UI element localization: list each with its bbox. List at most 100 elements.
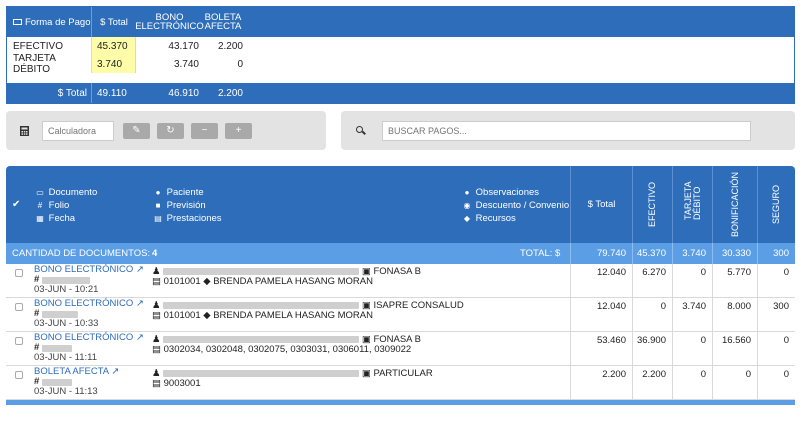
select-all-check-icon[interactable]: ✔ xyxy=(12,199,20,210)
row-total: 12.040 xyxy=(570,264,632,298)
summary-footer-label: $ Total xyxy=(57,87,87,99)
summary-total: 3.740 xyxy=(91,55,136,73)
calculator-toolbar: ✎ ↻ − + xyxy=(6,111,326,150)
row-patient: ♟ ▣ FONASA B ▤ 0101001 ◆ BRENDA PAMELA H… xyxy=(152,266,421,287)
header-tarjeta[interactable]: TARJETA DÉBITO xyxy=(672,166,712,243)
search-payments-input[interactable] xyxy=(382,120,751,141)
row-date: 03-JUN - 11:13 xyxy=(34,386,98,397)
summary-header-boleta: BOLETA AFECTA xyxy=(204,12,242,32)
redacted-patient xyxy=(163,369,360,377)
header-efectivo[interactable]: EFECTIVO xyxy=(632,166,672,243)
list-icon: ▤ xyxy=(152,310,161,321)
summary-bono: 43.170 xyxy=(168,40,199,52)
row-bonificacion: 8.000 xyxy=(712,298,757,332)
cube-icon: ◆ xyxy=(203,310,211,321)
redacted-folio xyxy=(41,344,72,352)
subtract-button[interactable]: − xyxy=(191,122,218,139)
briefcase-medical-icon: ■ xyxy=(155,201,161,210)
eye-icon: ◉ xyxy=(463,201,471,210)
list-icon: ▤ xyxy=(152,344,161,355)
undo-icon: ↻ xyxy=(166,125,175,136)
documents-table: ✔ ▭ Documento # Folio ▦ Fecha ● Paciente… xyxy=(6,166,795,405)
header-seguro[interactable]: SEGURO xyxy=(757,166,795,243)
document-link[interactable]: BONO ELECTRÓNICO ↗ xyxy=(34,265,144,275)
summary-total: 45.370 xyxy=(91,37,136,55)
row-document: BONO ELECTRÓNICO ↗ # 03-JUN - 10:21 xyxy=(34,265,144,295)
money-icon: ▭ xyxy=(36,188,44,197)
external-link-icon: ↗ xyxy=(135,298,144,309)
grand-total: 79.740 xyxy=(570,243,632,264)
total-label: TOTAL: $ xyxy=(520,248,561,259)
row-document: BONO ELECTRÓNICO ↗ # 03-JUN - 10:33 xyxy=(34,299,144,329)
redacted-patient xyxy=(163,267,360,275)
row-bonificacion: 16.560 xyxy=(712,332,757,366)
row-seguro: 0 xyxy=(757,332,795,366)
redacted-folio xyxy=(41,310,78,318)
row-total: 53.460 xyxy=(570,332,632,366)
header-group-notes: ● Observaciones ◉ Descuento / Convenio ◆… xyxy=(461,186,570,225)
header-group-document: ▭ Documento # Folio ▦ Fecha xyxy=(34,186,97,225)
redacted-folio xyxy=(41,378,72,386)
redacted-patient xyxy=(163,335,360,343)
list-icon: ▤ xyxy=(154,214,162,223)
summary-footer: $ Total 49.110 46.910 2.200 xyxy=(7,83,794,103)
plus-icon: + xyxy=(235,125,242,136)
table-row: BONO ELECTRÓNICO ↗ # 03-JUN - 10:33 ♟ ▣ … xyxy=(6,298,795,332)
summary-boleta: 0 xyxy=(237,58,243,70)
row-patient: ♟ ▣ PARTICULAR ▤ 9003001 xyxy=(152,368,433,389)
row-date: 03-JUN - 10:33 xyxy=(34,318,99,329)
row-checkbox[interactable] xyxy=(15,269,23,277)
header-group-patient: ● Paciente ■ Previsión ▤ Prestaciones xyxy=(152,186,221,225)
redacted-patient xyxy=(163,301,360,309)
summary-header-total: $ Total xyxy=(91,7,136,37)
row-efectivo: 36.900 xyxy=(632,332,672,366)
header-bonificacion[interactable]: BONIFICACIÓN xyxy=(712,166,757,243)
row-seguro: 300 xyxy=(757,298,795,332)
cube-icon: ◆ xyxy=(463,214,471,223)
redacted-folio xyxy=(41,276,90,284)
row-date: 03-JUN - 10:21 xyxy=(34,284,99,295)
external-link-icon: ↗ xyxy=(135,264,144,275)
user-icon: ● xyxy=(155,188,161,197)
summary-forma: TARJETA DÉBITO xyxy=(13,53,56,75)
summary-footer-bono: 46.910 xyxy=(168,87,199,99)
document-link[interactable]: BOLETA AFECTA ↗ xyxy=(34,367,119,377)
table-row: BONO ELECTRÓNICO ↗ # 03-JUN - 11:11 ♟ ▣ … xyxy=(6,332,795,366)
row-document: BONO ELECTRÓNICO ↗ # 03-JUN - 11:11 xyxy=(34,333,144,363)
row-checkbox[interactable] xyxy=(15,337,23,345)
row-total: 2.200 xyxy=(570,366,632,400)
row-efectivo: 2.200 xyxy=(632,366,672,400)
row-seguro: 0 xyxy=(757,366,795,400)
row-tarjeta: 0 xyxy=(672,264,712,298)
row-bonificacion: 5.770 xyxy=(712,264,757,298)
search-toolbar xyxy=(341,111,795,150)
row-tarjeta: 0 xyxy=(672,366,712,400)
briefcase-medical-icon: ▣ xyxy=(361,368,371,379)
documents-count-label: CANTIDAD DE DOCUMENTOS: xyxy=(12,248,151,259)
header-total[interactable]: $ Total xyxy=(570,166,632,243)
summary-header-forma: Forma de Pago xyxy=(7,7,91,37)
table-row: BONO ELECTRÓNICO ↗ # 03-JUN - 10:21 ♟ ▣ … xyxy=(6,264,795,298)
comment-icon: ● xyxy=(464,188,470,197)
summary-header-bono: BONO ELECTRÓNICO xyxy=(135,12,204,32)
money-icon xyxy=(13,19,22,25)
eraser-button[interactable]: ✎ xyxy=(123,122,150,139)
row-patient: ♟ ▣ FONASA B ▤ 0302034, 0302048, 0302075… xyxy=(152,334,421,355)
summary-bono: 3.740 xyxy=(173,58,199,70)
summary-footer-boleta: 2.200 xyxy=(217,87,243,99)
documents-table-header: ✔ ▭ Documento # Folio ▦ Fecha ● Paciente… xyxy=(6,166,795,243)
row-bonificacion: 0 xyxy=(712,366,757,400)
add-button[interactable]: + xyxy=(225,122,252,139)
calculator-input[interactable] xyxy=(42,120,114,141)
row-checkbox[interactable] xyxy=(15,303,23,311)
document-link[interactable]: BONO ELECTRÓNICO ↗ xyxy=(34,299,144,309)
external-link-icon: ↗ xyxy=(135,332,144,343)
eraser-icon: ✎ xyxy=(132,125,141,136)
totals-row: CANTIDAD DE DOCUMENTOS: 4 TOTAL: $ 79.74… xyxy=(6,243,795,264)
reset-button[interactable]: ↻ xyxy=(157,122,184,139)
document-link[interactable]: BONO ELECTRÓNICO ↗ xyxy=(34,333,144,343)
row-checkbox[interactable] xyxy=(15,371,23,379)
row-efectivo: 0 xyxy=(632,298,672,332)
table-bottom-bar xyxy=(6,400,795,405)
row-tarjeta: 3.740 xyxy=(672,298,712,332)
